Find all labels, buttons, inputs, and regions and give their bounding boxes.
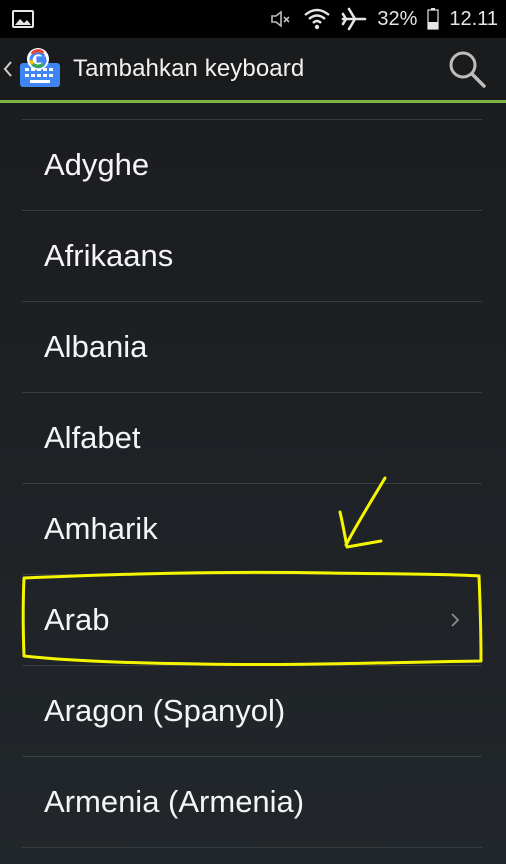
action-bar: Tambahkan keyboard	[0, 38, 506, 100]
gboard-app-icon[interactable]	[17, 46, 63, 92]
status-bar-left	[0, 10, 34, 28]
list-item-adyghe[interactable]: Adyghe	[22, 120, 482, 211]
wifi-icon	[303, 8, 331, 30]
list-item-label: Armenia (Armenia)	[44, 784, 305, 819]
battery-icon	[427, 8, 440, 30]
list-item-label: Aragon (Spanyol)	[44, 693, 286, 728]
list-item-arab[interactable]: Arab	[22, 575, 482, 666]
list-item-amharik[interactable]: Amharik	[22, 484, 482, 575]
list-item-label: Albania	[44, 329, 148, 364]
list-item-albania[interactable]: Albania	[22, 302, 482, 393]
action-bar-divider	[0, 100, 506, 103]
mute-icon	[269, 9, 293, 29]
chevron-right-icon	[450, 612, 460, 628]
screen: 32% 12.11 Tambahkan keyboard Adyghe Afri…	[0, 0, 506, 864]
list-item-label: Arab	[44, 602, 110, 637]
list-item-label: Adyghe	[44, 147, 150, 182]
language-list: Adyghe Afrikaans Albania Alfabet Amharik…	[22, 119, 482, 848]
status-bar-right: 32% 12.11	[269, 7, 506, 31]
list-item-afrikaans[interactable]: Afrikaans	[22, 211, 482, 302]
search-icon	[449, 51, 486, 88]
list-item-aragon[interactable]: Aragon (Spanyol)	[22, 666, 482, 757]
search-button[interactable]	[444, 46, 490, 92]
list-item-alfabet[interactable]: Alfabet	[22, 393, 482, 484]
status-bar: 32% 12.11	[0, 0, 506, 38]
battery-percentage: 32%	[377, 7, 418, 30]
image-icon	[12, 10, 34, 28]
list-item-label: Afrikaans	[44, 238, 174, 273]
list-item-armenia[interactable]: Armenia (Armenia)	[22, 757, 482, 848]
back-chevron-icon[interactable]	[3, 60, 15, 78]
airplane-icon	[341, 7, 367, 31]
list-item-label: Amharik	[44, 511, 158, 546]
list-item-label: Alfabet	[44, 420, 141, 455]
action-bar-title: Tambahkan keyboard	[73, 55, 305, 82]
clock: 12.11	[449, 7, 498, 30]
